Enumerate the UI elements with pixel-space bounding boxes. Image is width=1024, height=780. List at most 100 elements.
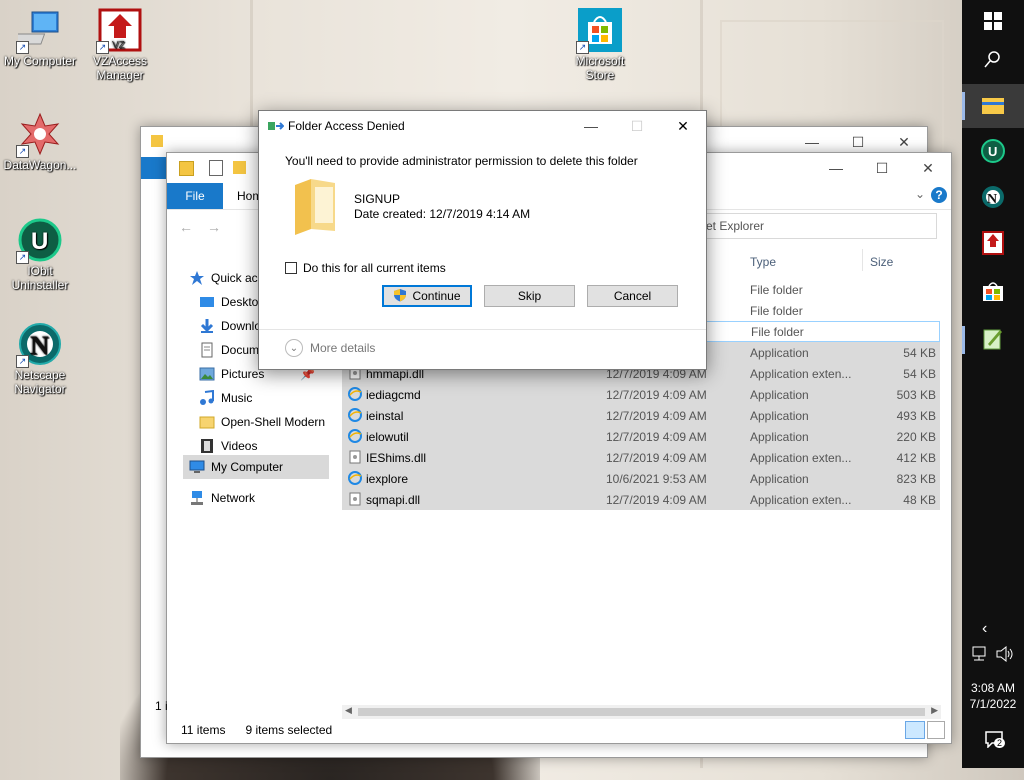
file-explorer-icon	[982, 96, 1004, 117]
volume-icon[interactable]	[996, 645, 1014, 665]
taskbar-netscape[interactable]: N	[962, 176, 1024, 220]
internet-explorer-icon	[348, 387, 362, 404]
desktop-icon-my-computer[interactable]: ↗ My Computer	[0, 8, 80, 68]
file-type: Application	[750, 471, 809, 486]
minimize-button[interactable]: —	[813, 153, 859, 183]
taskbar-notepad[interactable]	[962, 318, 1024, 362]
notification-center-icon[interactable]: 2	[984, 730, 1006, 751]
store-icon: ↗	[576, 8, 622, 54]
chevron-down-icon[interactable]: ⌄	[915, 187, 925, 201]
desktop-icon-label: DataWagon...	[3, 158, 77, 172]
shortcut-arrow-icon: ↗	[16, 41, 29, 54]
nav-label: Open-Shell Modern	[221, 415, 326, 429]
folder-icon	[291, 177, 339, 235]
taskbar-file-explorer[interactable]	[962, 84, 1024, 128]
large-icons-view-icon[interactable]	[927, 721, 945, 739]
netscape-icon: N ↗	[16, 322, 62, 368]
scroll-right-icon[interactable]: ▶	[931, 705, 938, 716]
nav-label: Music	[221, 391, 253, 405]
cancel-button[interactable]: Cancel	[587, 285, 678, 307]
datawagon-icon: ↗	[16, 112, 62, 158]
nav-downloads[interactable]: Downlo	[199, 315, 261, 337]
minimize-button[interactable]: —	[568, 111, 614, 141]
desktop-icon	[199, 294, 215, 310]
nav-open-shell[interactable]: Open-Shell Modern	[199, 411, 325, 433]
scrollbar-thumb[interactable]	[358, 708, 925, 716]
search-button[interactable]	[962, 38, 1024, 82]
vzaccess-icon	[982, 230, 1004, 258]
clock[interactable]: 3:08 AM 7/1/2022	[962, 680, 1024, 712]
file-size: 220 KB	[896, 429, 936, 444]
file-type: File folder	[750, 303, 803, 318]
close-button[interactable]: ✕	[660, 111, 706, 141]
maximize-button[interactable]: ☐	[859, 153, 905, 183]
chevron-left-icon[interactable]: ‹	[982, 620, 987, 638]
nav-my-computer[interactable]: My Computer	[183, 455, 329, 479]
file-date: 12/7/2019 4:09 AM	[606, 408, 707, 423]
tab-file[interactable]: File	[167, 183, 223, 209]
file-name: sqmapi.dll	[366, 492, 421, 507]
checkbox-label: Do this for all current items	[303, 261, 446, 275]
pictures-icon	[199, 366, 215, 382]
network-icon[interactable]	[972, 646, 990, 665]
file-tab[interactable]	[141, 157, 167, 179]
nav-videos[interactable]: Videos	[199, 435, 257, 457]
file-type: Application	[750, 387, 809, 402]
search-input[interactable]: et Explorer	[697, 213, 937, 239]
desktop-icon-netscape[interactable]: N ↗ Netscape Navigator	[0, 322, 80, 396]
nav-network[interactable]: Network	[189, 487, 255, 509]
table-row[interactable]: ieinstal 12/7/2019 4:09 AM Application 493 …	[342, 405, 940, 426]
apply-all-checkbox-row[interactable]: Do this for all current items	[285, 261, 446, 275]
desktop-icon-iobit[interactable]: U ↗ IObit Uninstaller	[0, 218, 80, 292]
table-row[interactable]: sqmapi.dll 12/7/2019 4:09 AM Application e…	[342, 489, 940, 510]
close-button[interactable]: ✕	[905, 153, 951, 183]
column-header-type[interactable]: Type	[750, 255, 776, 269]
table-row[interactable]: iexplore 10/6/2021 9:53 AM Application 823 …	[342, 468, 940, 489]
desktop-icon-label: My Computer	[3, 54, 77, 68]
shortcut-arrow-icon: ↗	[16, 145, 29, 158]
details-view-icon[interactable]	[905, 721, 925, 739]
file-date: 12/7/2019 4:09 AM	[606, 387, 707, 402]
folder-access-denied-dialog[interactable]: Folder Access Denied — ☐ ✕ You'll need t…	[258, 110, 707, 370]
scroll-left-icon[interactable]: ◀	[345, 705, 352, 716]
table-row[interactable]: IEShims.dll 12/7/2019 4:09 AM Application …	[342, 447, 940, 468]
column-header-size[interactable]: Size	[870, 255, 893, 269]
nav-desktop[interactable]: Desktop	[199, 291, 265, 313]
back-arrow-icon[interactable]: ←	[179, 219, 193, 235]
properties-icon[interactable]	[209, 160, 223, 176]
file-type: Application exten...	[750, 492, 852, 507]
taskbar-vzaccess[interactable]	[962, 222, 1024, 266]
new-folder-icon[interactable]	[233, 161, 246, 174]
folder-name: SIGNUP	[354, 192, 401, 206]
taskbar: U N ‹ 3:08 AM 7/1/2022 2	[962, 0, 1024, 768]
desktop-icon-datawagon[interactable]: ↗ DataWagon...	[0, 112, 80, 172]
forward-arrow-icon[interactable]: →	[207, 219, 221, 235]
apply-all-checkbox[interactable]	[285, 262, 297, 274]
dialog-titlebar[interactable]: Folder Access Denied — ☐ ✕	[259, 111, 706, 141]
desktop-icon-microsoft-store[interactable]: ↗ Microsoft Store	[560, 8, 640, 82]
help-icon[interactable]: ?	[931, 187, 947, 203]
skip-button[interactable]: Skip	[484, 285, 575, 307]
chevron-down-icon: ⌄	[285, 339, 303, 357]
internet-explorer-icon	[348, 471, 362, 488]
file-type: Application exten...	[750, 450, 852, 465]
nav-music[interactable]: Music	[199, 387, 252, 409]
table-row[interactable]: iediagcmd 12/7/2019 4:09 AM Application 503…	[342, 384, 940, 405]
nav-quick-access[interactable]: Quick ac	[189, 267, 258, 289]
clock-time: 3:08 AM	[970, 681, 1016, 695]
continue-label: Continue	[412, 289, 461, 303]
taskbar-iobit[interactable]: U	[962, 130, 1024, 174]
more-details-toggle[interactable]: ⌄ More details	[285, 339, 375, 357]
desktop-icon-label: IObit Uninstaller	[11, 264, 69, 292]
desktop-icon-vzaccess[interactable]: VZ ↗ VZAccess Manager	[80, 8, 160, 82]
file-date: 12/7/2019 4:09 AM	[606, 429, 707, 444]
file-type: File folder	[750, 282, 803, 297]
continue-button[interactable]: Continue	[382, 285, 472, 307]
status-item-count: 11 items	[181, 723, 226, 737]
notification-badge: 2	[994, 738, 1006, 748]
taskbar-microsoft-store[interactable]	[962, 270, 1024, 314]
table-row[interactable]: ielowutil 12/7/2019 4:09 AM Application 220…	[342, 426, 940, 447]
network-icon	[189, 490, 205, 506]
nav-documents[interactable]: Docum	[199, 339, 259, 361]
iobit-icon: U	[981, 138, 1005, 166]
